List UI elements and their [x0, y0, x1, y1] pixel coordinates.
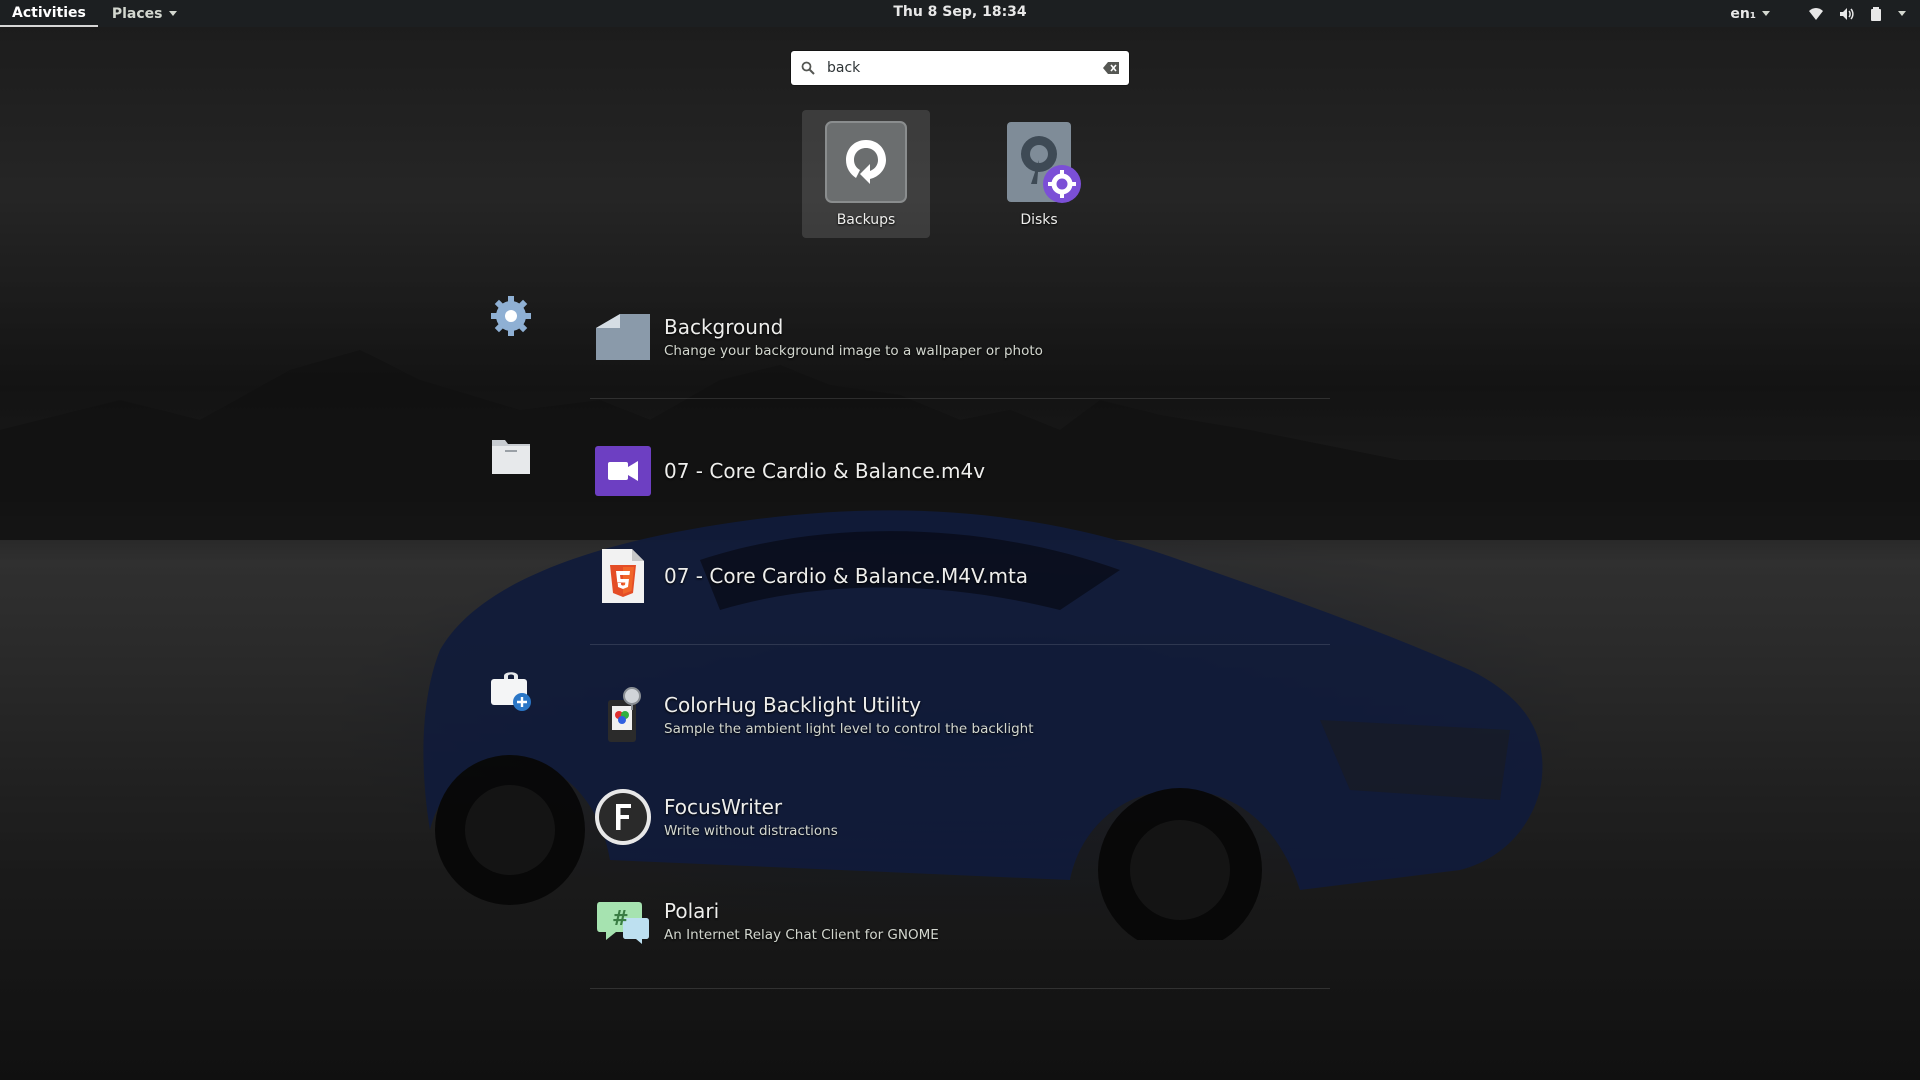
polari-icon: # [594, 892, 652, 950]
result-video-file[interactable]: 07 - Core Cardio & Balance.m4v [594, 441, 985, 501]
result-polari[interactable]: # Polari An Internet Relay Chat Client f… [594, 891, 939, 951]
settings-gear-icon[interactable] [489, 294, 533, 338]
wifi-icon[interactable] [1808, 6, 1824, 22]
files-folder-icon[interactable] [489, 434, 533, 478]
svg-text:#: # [612, 906, 629, 930]
activities-button[interactable]: Activities [0, 0, 98, 27]
backups-icon [825, 121, 907, 203]
background-icon [594, 308, 652, 366]
separator [590, 988, 1330, 989]
activities-label: Activities [12, 4, 86, 21]
disks-icon [1007, 122, 1081, 203]
overview-dim [0, 0, 1920, 1080]
result-title: FocusWriter [664, 795, 783, 819]
top-bar: Activities Places Thu 8 Sep, 18:34 en₁ [0, 0, 1920, 27]
result-description: Sample the ambient light level to contro… [664, 721, 1034, 737]
colorhug-icon [594, 686, 652, 744]
search-entry [791, 51, 1129, 85]
places-label: Places [111, 5, 163, 22]
focuswriter-icon [594, 788, 652, 846]
result-mta-file[interactable]: 07 - Core Cardio & Balance.M4V.mta [594, 546, 1028, 606]
search-icon [801, 61, 815, 75]
result-title: 07 - Core Cardio & Balance.m4v [664, 459, 986, 483]
search-input[interactable] [825, 59, 1103, 77]
separator [590, 644, 1330, 645]
volume-icon[interactable] [1838, 6, 1854, 22]
app-label: Disks [1020, 212, 1058, 228]
app-disks[interactable]: Disks [975, 110, 1103, 238]
result-title: 07 - Core Cardio & Balance.M4V.mta [664, 564, 1029, 588]
app-backups[interactable]: Backups [802, 110, 930, 238]
chevron-down-icon [168, 11, 177, 16]
chevron-down-icon [1762, 11, 1770, 16]
clock-label[interactable]: Thu 8 Sep, 18:34 [893, 4, 1026, 20]
result-colorhug[interactable]: ColorHug Backlight Utility Sample the am… [594, 685, 1034, 745]
clock: Thu 8 Sep, 18:34 [0, 4, 1920, 20]
result-description: Write without distractions [664, 823, 838, 839]
software-bag-icon[interactable] [489, 668, 533, 712]
desktop-background [0, 0, 1920, 1080]
result-focuswriter[interactable]: FocusWriter Write without distractions [594, 787, 838, 847]
result-title: Background [664, 315, 784, 339]
result-title: ColorHug Backlight Utility [664, 693, 922, 717]
result-title: Polari [664, 899, 720, 923]
clear-search-icon[interactable] [1103, 62, 1119, 74]
separator [590, 398, 1330, 399]
language-label: en₁ [1730, 5, 1756, 22]
system-tray: en₁ [1730, 0, 1912, 27]
places-menu[interactable]: Places [98, 0, 191, 27]
result-description: Change your background image to a wallpa… [664, 343, 1043, 359]
video-file-icon [594, 442, 652, 500]
language-menu[interactable]: en₁ [1730, 6, 1770, 22]
system-menu-caret-icon[interactable] [1898, 11, 1906, 16]
result-background[interactable]: Background Change your background image … [594, 307, 1043, 367]
battery-icon[interactable] [1868, 6, 1884, 22]
result-description: An Internet Relay Chat Client for GNOME [664, 927, 939, 943]
html-file-icon [594, 547, 652, 605]
app-label: Backups [836, 212, 896, 228]
